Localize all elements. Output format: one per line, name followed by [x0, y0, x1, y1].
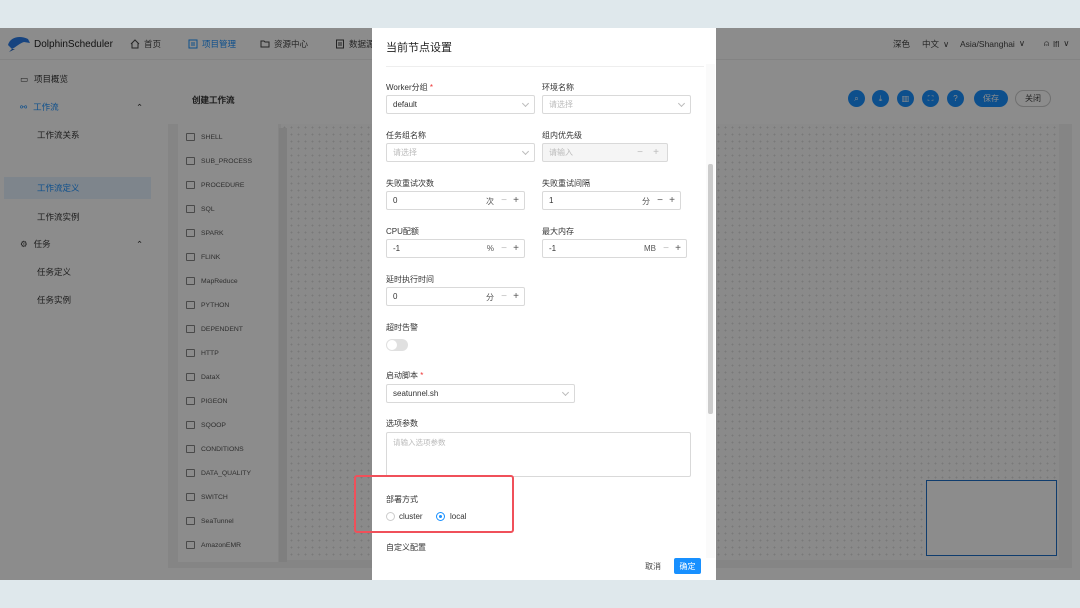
option-params-textarea[interactable]: 请输入选项参数: [386, 432, 691, 477]
timeout-alarm-switch[interactable]: [386, 339, 408, 351]
fail-retry-times-input[interactable]: 0 次 − +: [386, 191, 525, 210]
app-window: DolphinScheduler 首页 项目管理 资源中心 数据源 深色 中文 ∨…: [0, 28, 1080, 580]
unit-label: 分: [486, 293, 494, 302]
fail-retry-interval-input[interactable]: 1 分 − +: [542, 191, 681, 210]
minus-icon[interactable]: −: [501, 291, 507, 302]
task-group-name-select[interactable]: 请选择: [386, 143, 535, 162]
delay-time-label: 延时执行时间: [386, 275, 434, 284]
cpu-quota-label: CPU配额: [386, 227, 419, 236]
unit-label: %: [486, 244, 494, 253]
scrollbar-thumb[interactable]: [708, 164, 713, 414]
chevron-down-icon: [561, 388, 570, 397]
cancel-button[interactable]: 取消: [640, 558, 666, 574]
plus-icon[interactable]: +: [675, 243, 681, 254]
deploy-mode-highlight-box: [354, 475, 514, 533]
option-params-label: 选项参数: [386, 419, 418, 428]
minus-icon[interactable]: −: [657, 195, 663, 206]
group-priority-label: 组内优先级: [542, 131, 582, 140]
minus-icon[interactable]: −: [663, 243, 669, 254]
unit-label: MB: [644, 244, 656, 253]
task-group-name-label: 任务组名称: [386, 131, 426, 140]
minus-icon[interactable]: −: [501, 195, 507, 206]
group-priority-input[interactable]: 请输入 − +: [542, 143, 668, 162]
chevron-down-icon: [521, 147, 530, 156]
timeout-alarm-label: 超时告警: [386, 323, 418, 332]
cpu-quota-input[interactable]: -1% − +: [386, 239, 525, 258]
fail-retry-interval-label: 失败重试间隔: [542, 179, 590, 188]
minus-icon: −: [637, 147, 643, 158]
custom-config-label: 自定义配置: [386, 543, 426, 552]
env-name-label: 环境名称: [542, 83, 574, 92]
startup-script-label: 启动脚本 *: [386, 371, 424, 380]
minus-icon[interactable]: −: [501, 243, 507, 254]
divider: [386, 66, 704, 67]
env-name-select[interactable]: 请选择: [542, 95, 691, 114]
plus-icon[interactable]: +: [513, 243, 519, 254]
worker-group-label: Worker分组 *: [386, 83, 433, 92]
plus-icon[interactable]: +: [513, 291, 519, 302]
delay-time-input[interactable]: 0 分 − +: [386, 287, 525, 306]
drawer-title: 当前节点设置: [386, 42, 452, 54]
chevron-down-icon: [677, 99, 686, 108]
drawer-scrollbar[interactable]: [706, 64, 715, 558]
max-memory-input[interactable]: -1 MB − +: [542, 239, 687, 258]
unit-label: 分: [642, 197, 650, 206]
startup-script-select[interactable]: seatunnel.sh: [386, 384, 575, 403]
chevron-down-icon: [521, 99, 530, 108]
fail-retry-times-label: 失败重试次数: [386, 179, 434, 188]
worker-group-select[interactable]: default: [386, 95, 535, 114]
plus-icon: +: [653, 147, 659, 158]
plus-icon[interactable]: +: [513, 195, 519, 206]
confirm-button[interactable]: 确定: [674, 558, 701, 574]
unit-label: 次: [486, 197, 494, 206]
plus-icon[interactable]: +: [669, 195, 675, 206]
max-memory-label: 最大内存: [542, 227, 574, 236]
